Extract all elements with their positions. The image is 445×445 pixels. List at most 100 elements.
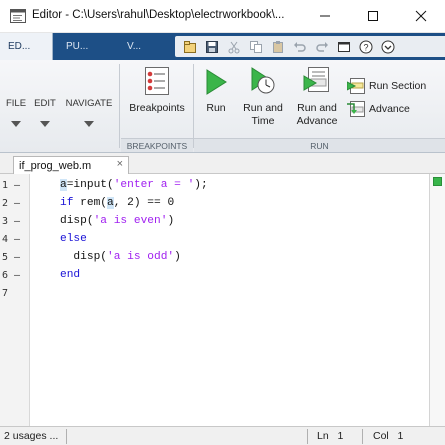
code-token: =input( <box>66 179 114 191</box>
line-number[interactable]: 4 – <box>2 234 20 245</box>
title-bar: Editor - C:\Users\rahul\Desktop\electrwo… <box>0 0 445 33</box>
run-group-label: RUN <box>194 138 445 152</box>
code-analyzer-ok-indicator[interactable] <box>433 177 442 186</box>
code-token: rem( <box>73 197 108 209</box>
code-token: 'a is even' <box>93 215 168 227</box>
code-token: if <box>60 197 74 209</box>
line-number[interactable]: 6 – <box>2 270 20 281</box>
breakpoints-label: Breakpoints <box>129 102 185 114</box>
code-token: ) <box>167 215 175 227</box>
status-bar: 2 usages ... Ln 1 Col 1 <box>0 426 445 445</box>
advance-button[interactable]: Advance <box>347 100 410 118</box>
code-line[interactable]: if rem(a, 2) == 0 <box>60 197 174 209</box>
navigate-menu[interactable]: NAVIGATE <box>63 60 115 140</box>
save-icon <box>206 40 218 53</box>
toolbar-menu-button[interactable] <box>378 38 398 56</box>
file-tab[interactable]: if_prog_web.m × <box>13 156 129 174</box>
undo-button[interactable] <box>290 38 310 56</box>
run-section-label: Run Section <box>369 80 427 92</box>
code-token: 'a is odd' <box>107 251 175 263</box>
advance-icon <box>347 101 365 117</box>
navigate-label: NAVIGATE <box>65 98 113 109</box>
line-number[interactable]: 1 – <box>2 180 20 191</box>
code-line[interactable]: end <box>60 269 80 281</box>
code-token: ) <box>174 251 181 263</box>
maximize-button[interactable] <box>350 0 396 32</box>
redo-button[interactable] <box>312 38 332 56</box>
divider <box>362 429 363 444</box>
dropdown-icon <box>381 40 395 53</box>
column-indicator: Col 1 <box>373 430 404 442</box>
paste-button[interactable] <box>268 38 288 56</box>
code-token: a <box>60 179 67 191</box>
divider <box>119 64 120 148</box>
paste-icon <box>273 40 283 53</box>
code-token: , 2) == 0 <box>113 197 175 209</box>
code-line[interactable]: disp('a is even') <box>60 215 174 227</box>
edit-label: EDIT <box>34 98 56 109</box>
tab-view[interactable]: V... <box>119 33 175 60</box>
run-section-icon <box>347 78 365 94</box>
code-token: else <box>60 233 87 245</box>
edit-menu[interactable]: EDIT <box>32 60 58 140</box>
run-and-advance-icon <box>303 67 329 92</box>
ribbon-toolstrip: FILE EDIT NAVIGATE Breakpoints BREAKPOIN <box>0 60 445 153</box>
breakpoints-icon <box>145 67 169 95</box>
line-number[interactable]: 5 – <box>2 252 20 263</box>
run-and-time-button[interactable]: Run and Time <box>238 64 288 128</box>
chevron-down-icon <box>40 121 50 127</box>
divider <box>66 429 67 444</box>
line-number[interactable]: 3 – <box>2 216 20 227</box>
tab-publish[interactable]: PU... <box>58 33 114 60</box>
cut-icon <box>228 41 240 53</box>
tab-editor[interactable]: ED... <box>0 33 53 60</box>
code-line[interactable]: disp('a is odd') <box>60 251 181 263</box>
run-and-advance-button[interactable]: Run and Advance <box>291 64 343 128</box>
play-icon <box>206 69 227 95</box>
open-icon <box>184 40 196 53</box>
chevron-down-icon <box>84 121 94 127</box>
run-and-time-icon <box>251 67 275 94</box>
run-section-button[interactable]: Run Section <box>347 77 426 95</box>
breakpoints-group-label: BREAKPOINTS <box>121 138 193 152</box>
line-number-gutter: 1 – 2 – 3 – 4 – 5 – 6 – 7 <box>0 174 30 426</box>
maximize-icon <box>368 11 378 21</box>
line-number[interactable]: 2 – <box>2 198 20 209</box>
file-tab-bar: if_prog_web.m × <box>0 153 445 174</box>
code-line[interactable]: else <box>60 233 87 245</box>
redo-icon <box>316 41 328 52</box>
quick-access-toolbar: ? <box>175 36 445 57</box>
divider <box>307 429 308 444</box>
svg-text:?: ? <box>363 42 368 52</box>
switch-windows-button[interactable] <box>334 38 354 56</box>
minimize-icon <box>320 15 330 17</box>
file-label: FILE <box>5 98 27 109</box>
matlab-editor-window: Editor - C:\Users\rahul\Desktop\electrwo… <box>0 0 445 445</box>
close-tab-icon[interactable]: × <box>117 158 123 170</box>
help-button[interactable]: ? <box>356 38 376 56</box>
run-and-advance-label: Run and Advance <box>296 102 338 127</box>
chevron-down-icon <box>11 121 21 127</box>
editor-app-icon <box>10 9 26 23</box>
breakpoints-button[interactable]: Breakpoints <box>125 64 189 115</box>
code-editor[interactable]: 1 – 2 – 3 – 4 – 5 – 6 – 7 a=input('enter… <box>0 174 430 426</box>
file-tab-name: if_prog_web.m <box>19 159 92 172</box>
code-token: disp( <box>60 215 94 227</box>
help-icon: ? <box>359 40 373 53</box>
close-button[interactable] <box>398 0 444 32</box>
window-icon <box>338 41 350 52</box>
open-button[interactable] <box>180 38 200 56</box>
copy-button[interactable] <box>246 38 266 56</box>
close-icon <box>415 10 427 22</box>
run-and-time-label: Run and Time <box>243 102 283 127</box>
run-label: Run <box>206 102 226 114</box>
message-bar <box>430 174 445 426</box>
save-button[interactable] <box>202 38 222 56</box>
divider <box>193 64 194 148</box>
code-line[interactable]: a=input('enter a = '); <box>60 179 208 191</box>
line-number[interactable]: 7 <box>2 288 8 299</box>
file-menu[interactable]: FILE <box>2 60 30 140</box>
cut-button[interactable] <box>224 38 244 56</box>
run-button[interactable]: Run <box>199 64 233 115</box>
minimize-button[interactable] <box>302 0 348 32</box>
